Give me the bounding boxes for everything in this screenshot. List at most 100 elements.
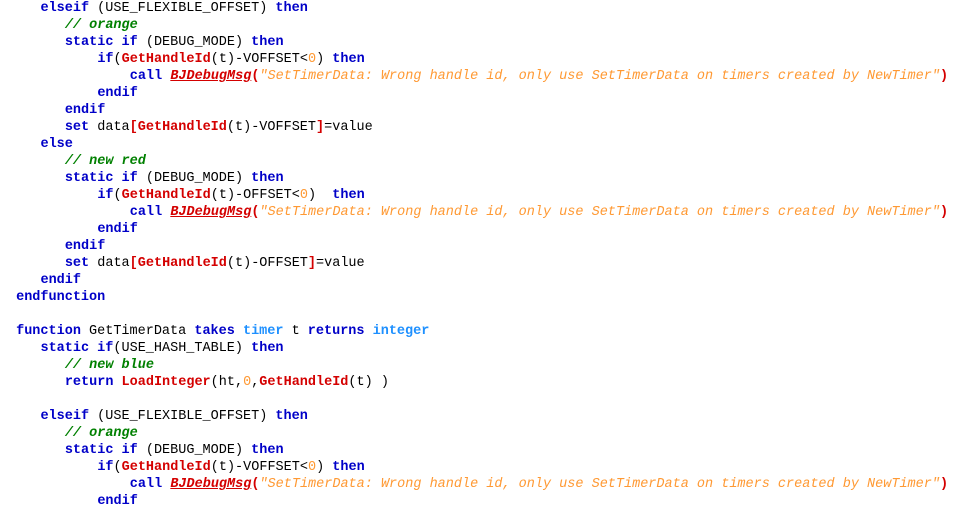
code-token: 0	[299, 188, 308, 203]
code-line[interactable]: function GetTimerData takes timer t retu…	[0, 323, 966, 340]
code-token: if	[97, 460, 114, 475]
code-token: GetTimerData	[80, 324, 195, 339]
code-token: endif	[97, 86, 138, 101]
code-token: data	[89, 120, 130, 135]
code-token: BJDebugMsg	[170, 69, 252, 84]
code-token: ]	[307, 256, 317, 271]
code-token: endif	[97, 494, 138, 509]
code-line[interactable]: set data[GetHandleId(t)-OFFSET]=value	[0, 255, 966, 272]
code-token: (DEBUG_MODE)	[137, 35, 252, 50]
code-token: timer	[242, 324, 284, 339]
code-token: then	[332, 460, 365, 475]
code-line[interactable]: // new blue	[0, 357, 966, 374]
code-token: (DEBUG_MODE)	[137, 443, 252, 458]
code-token: (t)-VOFFSET<	[210, 460, 308, 475]
code-token: GetHandleId	[121, 188, 211, 203]
code-token: elseif	[40, 409, 90, 424]
code-token: ]	[316, 120, 325, 135]
code-token: if	[97, 188, 114, 203]
code-token: 0	[307, 460, 317, 475]
code-token: (USE_FLEXIBLE_OFFSET)	[89, 1, 276, 16]
code-token: )	[939, 69, 949, 84]
code-token: then	[251, 35, 284, 50]
code-line[interactable]: endif	[0, 238, 966, 255]
code-token: integer	[372, 324, 430, 339]
code-token: (t)-VOFFSET	[226, 120, 317, 135]
code-line[interactable]: elseif (USE_FLEXIBLE_OFFSET) then	[0, 408, 966, 425]
code-line[interactable]: return LoadInteger(ht,0,GetHandleId(t) )	[0, 374, 966, 391]
code-line[interactable]: static if (DEBUG_MODE) then	[0, 442, 966, 459]
code-token: static if	[64, 35, 138, 50]
code-token: data	[89, 256, 130, 271]
code-token: GetHandleId	[137, 256, 227, 271]
code-editor-viewport[interactable]: elseif (USE_FLEXIBLE_OFFSET) then// oran…	[0, 0, 966, 514]
code-token: endif	[64, 103, 106, 118]
code-line[interactable]: elseif (USE_FLEXIBLE_OFFSET) then	[0, 0, 966, 17]
code-token: else	[40, 137, 73, 152]
code-token: (ht,	[210, 375, 244, 390]
code-line[interactable]: if(GetHandleId(t)-VOFFSET<0) then	[0, 459, 966, 476]
code-token: (	[113, 188, 122, 203]
code-token: "SetTimerData: Wrong handle id, only use…	[259, 69, 940, 84]
code-token: then	[332, 52, 365, 67]
code-line[interactable]: set data[GetHandleId(t)-VOFFSET]=value	[0, 119, 966, 136]
code-token: GetHandleId	[121, 460, 211, 475]
code-token: 0	[243, 375, 252, 390]
code-token: // new blue	[64, 358, 154, 373]
code-line[interactable]: call BJDebugMsg("SetTimerData: Wrong han…	[0, 68, 966, 85]
code-line[interactable]: // orange	[0, 425, 966, 442]
code-token: call	[129, 69, 163, 84]
code-line[interactable]: if(GetHandleId(t)-VOFFSET<0) then	[0, 51, 966, 68]
code-line[interactable]: endfunction	[0, 289, 966, 306]
code-line[interactable]	[0, 306, 966, 323]
code-token: )	[939, 477, 949, 492]
code-line[interactable]: call BJDebugMsg("SetTimerData: Wrong han…	[0, 476, 966, 493]
code-line[interactable]	[0, 391, 966, 408]
code-token: endif	[40, 273, 81, 288]
code-line[interactable]: endif	[0, 102, 966, 119]
code-token: GetHandleId	[121, 52, 211, 67]
code-token: then	[275, 1, 308, 16]
code-token: set	[64, 256, 90, 271]
code-line[interactable]: endif	[0, 493, 966, 510]
code-line[interactable]: else	[0, 136, 966, 153]
code-token: )	[307, 188, 333, 203]
code-token: [	[129, 120, 138, 135]
code-line[interactable]: // orange	[0, 17, 966, 34]
code-token: returns	[307, 324, 365, 339]
code-token: if	[97, 52, 114, 67]
code-token: function	[16, 324, 81, 339]
code-line[interactable]: if(GetHandleId(t)-OFFSET<0) then	[0, 187, 966, 204]
code-token: )	[939, 205, 949, 220]
code-token: [	[129, 256, 138, 271]
code-token: call	[129, 477, 163, 492]
code-line[interactable]: static if (DEBUG_MODE) then	[0, 34, 966, 51]
code-token: return	[64, 375, 114, 390]
code-line[interactable]: // new red	[0, 153, 966, 170]
code-token: static if	[64, 171, 138, 186]
code-token: (t) )	[348, 375, 389, 390]
code-line[interactable]: endif	[0, 272, 966, 289]
code-line[interactable]: call BJDebugMsg("SetTimerData: Wrong han…	[0, 204, 966, 221]
code-token: )	[316, 52, 333, 67]
code-token: then	[332, 188, 365, 203]
code-line[interactable]: static if(USE_HASH_TABLE) then	[0, 340, 966, 357]
code-token: // orange	[64, 18, 138, 33]
code-token: =value	[316, 256, 365, 271]
code-token: GetHandleId	[259, 375, 349, 390]
code-token: (t)-OFFSET<	[210, 188, 300, 203]
code-token: then	[251, 341, 284, 356]
code-token: then	[251, 171, 284, 186]
code-line[interactable]: static if (DEBUG_MODE) then	[0, 170, 966, 187]
code-token: call	[129, 205, 163, 220]
code-token: static if	[64, 443, 138, 458]
code-token: elseif	[40, 1, 90, 16]
code-line[interactable]: endif	[0, 221, 966, 238]
code-line[interactable]: endif	[0, 85, 966, 102]
code-token: (t)-VOFFSET<	[210, 52, 308, 67]
code-token: "SetTimerData: Wrong handle id, only use…	[259, 205, 940, 220]
code-token: static if	[40, 341, 114, 356]
code-token: (USE_HASH_TABLE)	[113, 341, 252, 356]
